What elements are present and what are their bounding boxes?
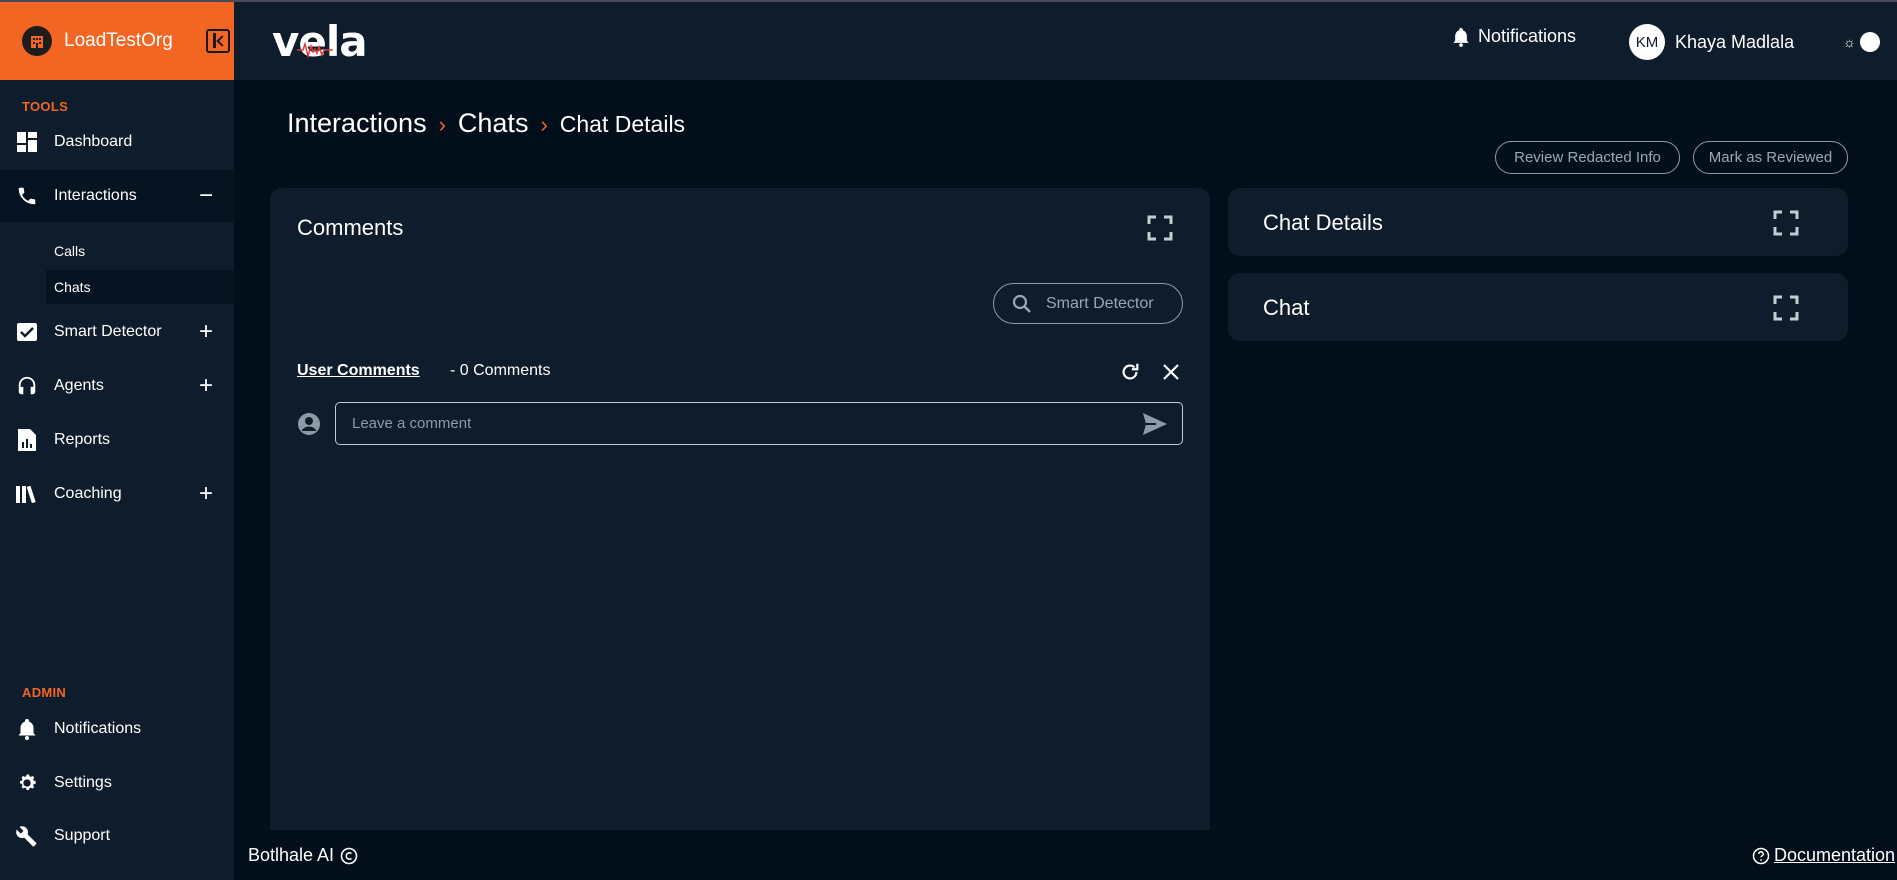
checkbox-icon <box>15 320 39 344</box>
comment-row: Leave a comment <box>297 402 1183 445</box>
sidebar-item-interactions[interactable]: Interactions − <box>0 170 234 222</box>
wrench-icon <box>15 824 39 848</box>
expand-smart-detector-icon[interactable]: + <box>194 318 218 346</box>
comment-placeholder: Leave a comment <box>352 415 472 432</box>
dashboard-icon <box>15 130 39 154</box>
theme-toggle[interactable]: ☼ <box>1843 32 1880 52</box>
sidebar-item-label: Interactions <box>54 187 137 204</box>
sidebar-item-smart-detector[interactable]: Smart Detector + <box>0 306 234 358</box>
sidebar-item-label: Agents <box>54 377 104 394</box>
review-redacted-info-button[interactable]: Review Redacted Info <box>1495 141 1680 174</box>
copyright-icon <box>340 847 358 864</box>
gear-icon <box>15 771 39 795</box>
breadcrumb: Interactions › Chats › Chat Details <box>287 108 685 139</box>
search-icon <box>1012 294 1031 313</box>
bell-icon <box>1452 27 1470 47</box>
smart-detector-search[interactable]: Smart Detector <box>993 283 1183 324</box>
sidebar-item-dashboard[interactable]: Dashboard <box>0 116 234 168</box>
breadcrumb-separator: › <box>438 112 446 137</box>
expand-icon[interactable] <box>1773 210 1799 236</box>
breadcrumb-separator: › <box>540 112 548 137</box>
top-header: vela Notifications KM Khaya Madlala ☼ <box>234 2 1897 80</box>
report-icon <box>15 428 39 452</box>
documentation-label: Documentation <box>1774 845 1896 865</box>
comments-title: Comments <box>297 215 404 240</box>
footer: Botlhale AI Documentation <box>234 830 1897 880</box>
sidebar-subitem-chats[interactable]: Chats <box>46 270 234 304</box>
sidebar-item-notifications[interactable]: Notifications <box>0 703 234 755</box>
expand-icon[interactable] <box>1147 215 1173 241</box>
bell-icon <box>15 717 39 741</box>
chat-panel: Chat <box>1228 273 1848 341</box>
expand-coaching-icon[interactable]: + <box>194 480 218 508</box>
sidebar-subitem-calls[interactable]: Calls <box>46 234 234 268</box>
sidebar-item-label: Notifications <box>54 720 142 737</box>
expand-agents-icon[interactable]: + <box>194 372 218 400</box>
user-name: Khaya Madlala <box>1675 31 1795 52</box>
documentation-link[interactable]: Documentation <box>1752 845 1895 866</box>
collapse-interactions-icon[interactable]: − <box>194 182 218 210</box>
header-notifications[interactable]: Notifications <box>1452 26 1576 47</box>
sidebar-item-support[interactable]: Support <box>0 810 234 862</box>
chat-details-title: Chat Details <box>1263 210 1383 235</box>
breadcrumb-interactions[interactable]: Interactions <box>287 108 427 139</box>
avatar: KM <box>1629 24 1665 60</box>
sidebar-item-label: Coaching <box>54 485 122 502</box>
sidebar-item-settings[interactable]: Settings <box>0 757 234 809</box>
footer-brand-text: Botlhale AI <box>248 845 335 865</box>
org-name: LoadTestOrg <box>64 30 173 51</box>
sidebar-item-coaching[interactable]: Coaching + <box>0 468 234 520</box>
sidebar: LoadTestOrg TOOLS Dashboard Interactions… <box>0 2 234 880</box>
close-icon[interactable] <box>1161 362 1181 382</box>
comment-count: - 0 Comments <box>450 362 551 379</box>
sidebar-item-label: Settings <box>54 774 112 791</box>
chat-title: Chat <box>1263 295 1310 320</box>
org-switcher[interactable]: LoadTestOrg <box>0 2 234 80</box>
comment-input[interactable]: Leave a comment <box>335 402 1183 445</box>
collapse-sidebar-icon[interactable] <box>206 29 230 53</box>
phone-icon <box>15 184 39 208</box>
toggle-knob <box>1859 32 1880 52</box>
tools-section-label: TOOLS <box>22 99 69 114</box>
sidebar-item-label: Support <box>54 827 111 844</box>
sidebar-item-agents[interactable]: Agents + <box>0 360 234 412</box>
footer-brand: Botlhale AI <box>248 845 358 866</box>
sidebar-item-reports[interactable]: Reports <box>0 414 234 466</box>
refresh-icon[interactable] <box>1119 361 1141 383</box>
headset-icon <box>15 374 39 398</box>
vela-logo[interactable]: vela <box>272 16 368 66</box>
send-icon[interactable] <box>1142 412 1168 436</box>
user-menu[interactable]: KM Khaya Madlala <box>1629 24 1794 60</box>
breadcrumb-chats[interactable]: Chats <box>458 108 529 139</box>
breadcrumb-chat-details: Chat Details <box>559 111 686 137</box>
help-circle-icon <box>1752 847 1770 864</box>
user-comments-tab[interactable]: User Comments <box>297 362 420 380</box>
search-placeholder: Smart Detector <box>1046 294 1154 312</box>
admin-section-label: ADMIN <box>22 685 67 700</box>
soundwave-icon <box>296 41 333 59</box>
org-building-icon <box>22 26 52 56</box>
notifications-label: Notifications <box>1478 26 1577 46</box>
expand-icon[interactable] <box>1773 295 1799 321</box>
books-icon <box>15 482 39 506</box>
sidebar-item-label: Dashboard <box>54 133 133 150</box>
mark-as-reviewed-button[interactable]: Mark as Reviewed <box>1693 141 1848 174</box>
sidebar-item-label: Smart Detector <box>54 323 162 340</box>
chat-details-panel: Chat Details <box>1228 188 1848 256</box>
account-circle-icon <box>298 413 320 435</box>
sun-icon: ☼ <box>1843 34 1856 50</box>
sidebar-item-label: Reports <box>54 431 111 448</box>
